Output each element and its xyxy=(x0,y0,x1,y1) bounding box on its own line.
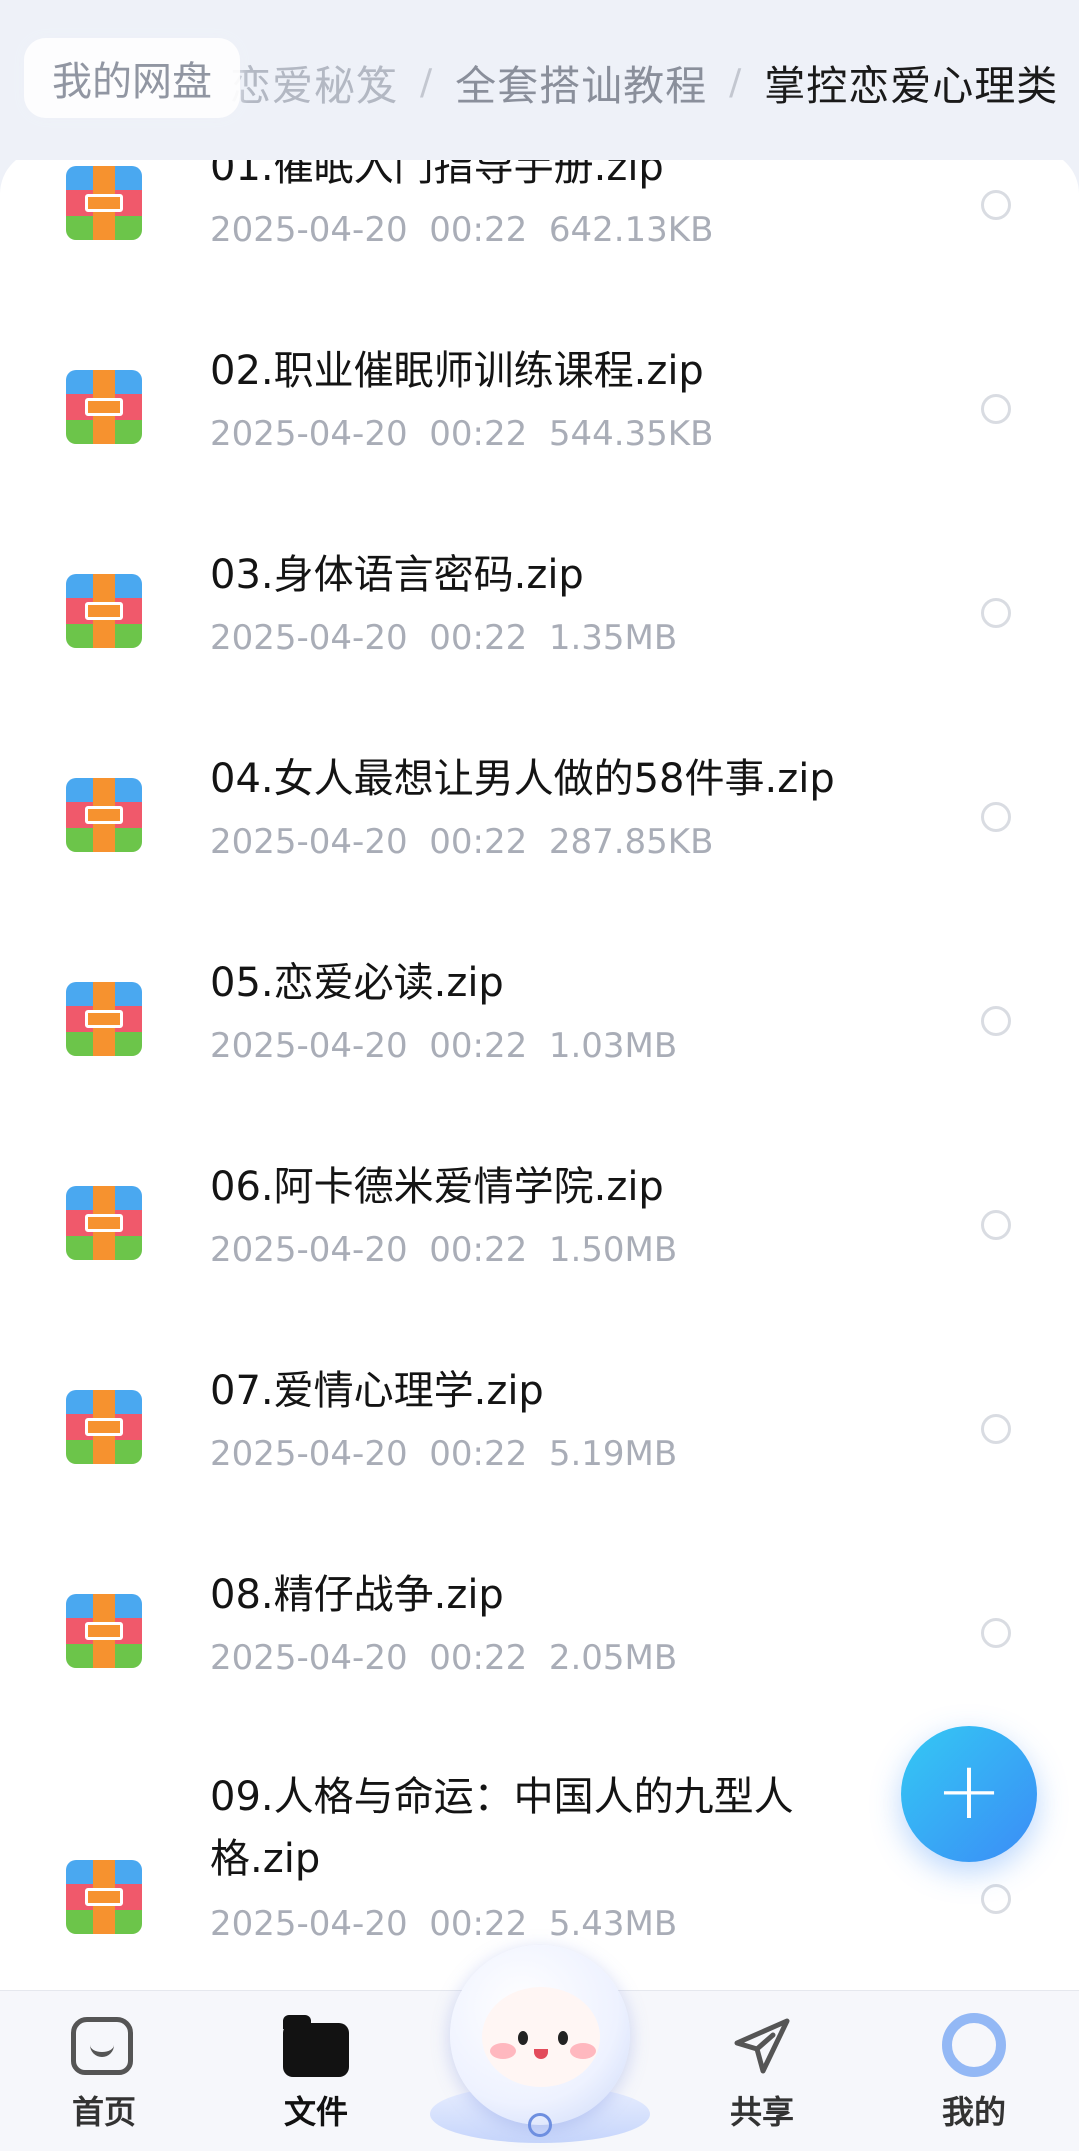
breadcrumb-item[interactable]: 全套搭讪教程 xyxy=(455,52,707,112)
zip-archive-icon xyxy=(66,1390,142,1464)
file-size: 287.85KB xyxy=(548,822,714,862)
mascot-button[interactable] xyxy=(430,1935,650,2145)
mascot-eye xyxy=(558,2031,568,2045)
zip-archive-icon xyxy=(66,166,142,240)
file-date: 2025-04-20 xyxy=(210,210,408,250)
nav-label-files: 文件 xyxy=(283,2093,348,2131)
file-name: 03.身体语言密码.zip xyxy=(210,552,584,598)
file-row[interactable]: 06.阿卡德米爱情学院.zip 2025-04-20 00:22 1.50MB xyxy=(0,1136,1079,1340)
zip-archive-icon xyxy=(66,982,142,1056)
file-row[interactable]: 01.催眠入门指导手册.zip 2025-04-20 00:22 642.13K… xyxy=(0,150,1079,320)
send-icon xyxy=(729,2013,795,2079)
breadcrumb-home[interactable]: 我的网盘 xyxy=(24,38,240,118)
nav-item-files[interactable]: 文件 xyxy=(246,2013,386,2133)
select-radio[interactable] xyxy=(981,394,1011,424)
mascot-badge-icon xyxy=(528,2113,552,2137)
file-size: 2.05MB xyxy=(548,1638,678,1678)
file-row[interactable]: 03.身体语言密码.zip 2025-04-20 00:22 1.35MB xyxy=(0,524,1079,728)
file-row[interactable]: 07.爱情心理学.zip 2025-04-20 00:22 5.19MB xyxy=(0,1340,1079,1544)
file-time: 00:22 xyxy=(429,1434,528,1474)
file-row[interactable]: 08.精仔战争.zip 2025-04-20 00:22 2.05MB xyxy=(0,1544,1079,1748)
profile-icon xyxy=(941,2013,1007,2079)
home-icon xyxy=(71,2013,137,2079)
file-date: 2025-04-20 xyxy=(210,1904,408,1944)
zip-archive-icon xyxy=(66,574,142,648)
breadcrumb-separator: / xyxy=(729,61,743,103)
file-date: 2025-04-20 xyxy=(210,1434,408,1474)
mascot-cheek xyxy=(490,2043,516,2059)
zip-archive-icon xyxy=(66,1594,142,1668)
nav-label-me: 我的 xyxy=(941,2093,1006,2131)
file-time: 00:22 xyxy=(429,822,528,862)
file-name: 09.人格与命运：中国人的九型人格.zip xyxy=(210,1774,794,1882)
file-time: 00:22 xyxy=(429,1026,528,1066)
file-meta: 2025-04-20 00:22 1.50MB xyxy=(210,1230,677,1270)
file-date: 2025-04-20 xyxy=(210,618,408,658)
file-name: 02.职业催眠师训练课程.zip xyxy=(210,348,704,394)
file-meta: 2025-04-20 00:22 544.35KB xyxy=(210,414,713,454)
file-time: 00:22 xyxy=(429,210,528,250)
file-date: 2025-04-20 xyxy=(210,1026,408,1066)
file-meta: 2025-04-20 00:22 2.05MB xyxy=(210,1638,677,1678)
zip-archive-icon xyxy=(66,778,142,852)
select-radio[interactable] xyxy=(981,1618,1011,1648)
file-size: 642.13KB xyxy=(548,210,714,250)
mascot-eye xyxy=(518,2031,528,2045)
file-name: 07.爱情心理学.zip xyxy=(210,1368,544,1414)
file-row[interactable]: 04.女人最想让男人做的58件事.zip 2025-04-20 00:22 28… xyxy=(0,728,1079,932)
select-radio[interactable] xyxy=(981,1210,1011,1240)
nav-label-share: 共享 xyxy=(729,2093,794,2131)
nav-label-home: 首页 xyxy=(71,2093,136,2131)
file-date: 2025-04-20 xyxy=(210,1638,408,1678)
zip-archive-icon xyxy=(66,1860,142,1934)
file-date: 2025-04-20 xyxy=(210,822,408,862)
file-time: 00:22 xyxy=(429,1230,528,1270)
select-radio[interactable] xyxy=(981,1006,1011,1036)
folder-icon xyxy=(283,2013,349,2079)
file-row[interactable]: 02.职业催眠师训练课程.zip 2025-04-20 00:22 544.35… xyxy=(0,320,1079,524)
file-size: 5.19MB xyxy=(548,1434,678,1474)
file-meta: 2025-04-20 00:22 1.35MB xyxy=(210,618,677,658)
file-name: 08.精仔战争.zip xyxy=(210,1572,504,1618)
add-button[interactable]: + xyxy=(901,1726,1037,1862)
file-time: 00:22 xyxy=(429,414,528,454)
file-time: 00:22 xyxy=(429,618,528,658)
file-row[interactable]: 05.恋爱必读.zip 2025-04-20 00:22 1.03MB xyxy=(0,932,1079,1136)
file-size: 1.35MB xyxy=(548,618,678,658)
file-meta: 2025-04-20 00:22 287.85KB xyxy=(210,822,713,862)
file-size: 1.03MB xyxy=(548,1026,678,1066)
file-time: 00:22 xyxy=(429,1638,528,1678)
breadcrumb-current: 掌控恋爱心理类 xyxy=(764,62,1059,110)
file-size: 1.50MB xyxy=(548,1230,678,1270)
file-date: 2025-04-20 xyxy=(210,1230,408,1270)
file-meta: 2025-04-20 00:22 1.03MB xyxy=(210,1026,677,1066)
mascot-face xyxy=(482,1987,600,2087)
mascot-cheek xyxy=(570,2043,596,2059)
breadcrumb-separator: / xyxy=(420,61,434,103)
nav-item-me[interactable]: 我的 xyxy=(904,2013,1044,2133)
select-radio[interactable] xyxy=(981,598,1011,628)
select-radio[interactable] xyxy=(981,802,1011,832)
plus-icon: + xyxy=(935,1744,1003,1837)
nav-item-share[interactable]: 共享 xyxy=(692,2013,832,2133)
file-meta: 2025-04-20 00:22 5.19MB xyxy=(210,1434,677,1474)
select-radio[interactable] xyxy=(981,1414,1011,1444)
breadcrumb: 恋爱秘笈 / 全套搭讪教程 / 掌控恋爱心理类 我的网盘 xyxy=(0,0,1079,160)
file-date: 2025-04-20 xyxy=(210,414,408,454)
nav-item-home[interactable]: 首页 xyxy=(34,2013,174,2133)
file-name: 05.恋爱必读.zip xyxy=(210,960,504,1006)
select-radio[interactable] xyxy=(981,190,1011,220)
file-size: 544.35KB xyxy=(548,414,714,454)
file-meta: 2025-04-20 00:22 642.13KB xyxy=(210,210,713,250)
select-radio[interactable] xyxy=(981,1884,1011,1914)
zip-archive-icon xyxy=(66,370,142,444)
file-name: 04.女人最想让男人做的58件事.zip xyxy=(210,756,835,802)
breadcrumb-item[interactable]: 恋爱秘笈 xyxy=(230,52,398,112)
file-list: 01.催眠入门指导手册.zip 2025-04-20 00:22 642.13K… xyxy=(0,150,1079,1990)
zip-archive-icon xyxy=(66,1186,142,1260)
file-name: 06.阿卡德米爱情学院.zip xyxy=(210,1164,664,1210)
